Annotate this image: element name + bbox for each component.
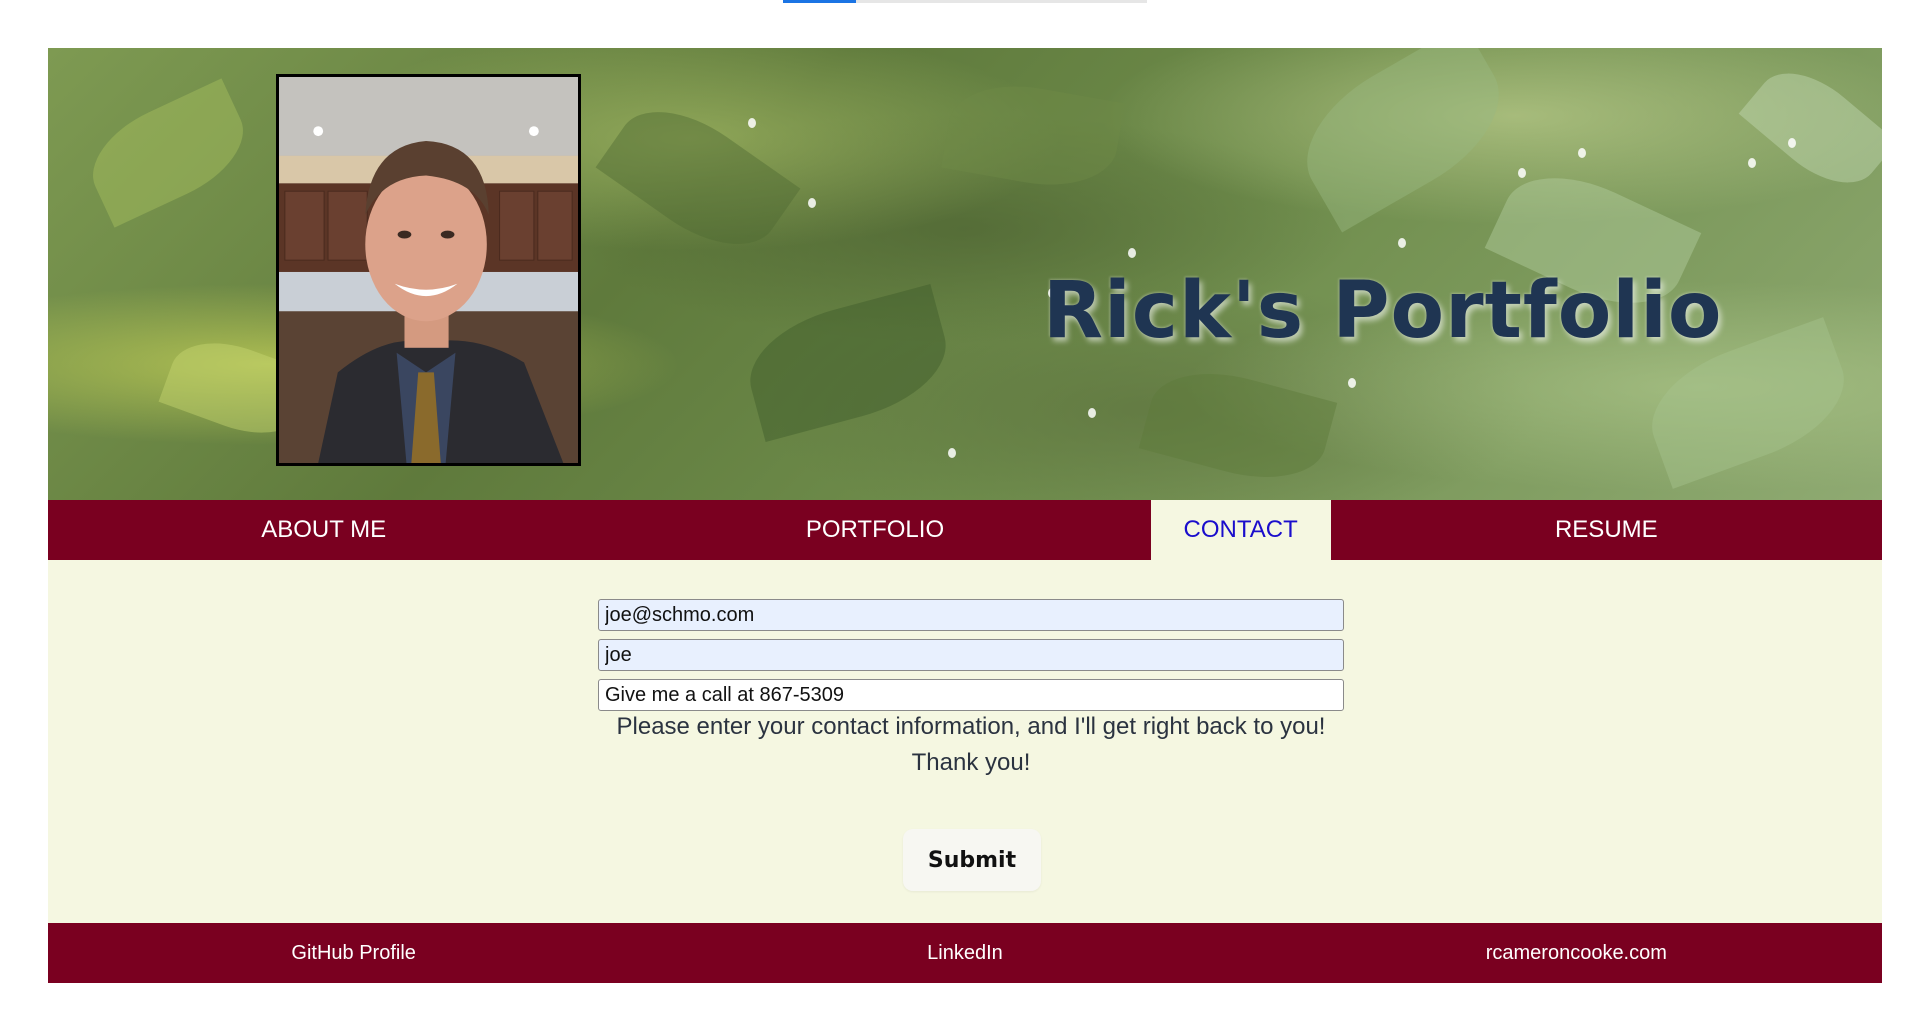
- main-nav: ABOUT ME PORTFOLIO CONTACT RESUME: [48, 500, 1882, 560]
- thank-you-text: Thank you!: [911, 749, 1031, 776]
- contact-section: Please enter your contact information, a…: [48, 560, 1882, 923]
- instructions-text: Please enter your contact information, a…: [616, 713, 1326, 740]
- message-field[interactable]: [598, 679, 1344, 711]
- nav-item-contact[interactable]: CONTACT: [1150, 500, 1331, 560]
- contact-instructions: Please enter your contact information, a…: [598, 709, 1344, 781]
- name-field[interactable]: [598, 639, 1344, 671]
- nav-item-about-me[interactable]: ABOUT ME: [48, 500, 599, 560]
- page-scroll-progress: [783, 0, 1147, 3]
- page-scroll-progress-fill: [783, 0, 856, 3]
- email-field[interactable]: [598, 599, 1344, 631]
- github-profile-link[interactable]: GitHub Profile: [48, 923, 659, 983]
- linkedin-link[interactable]: LinkedIn: [659, 923, 1270, 983]
- website-link[interactable]: rcameroncooke.com: [1271, 923, 1882, 983]
- contact-form: Please enter your contact information, a…: [598, 599, 1344, 891]
- portfolio-site: Rick's Portfolio ABOUT ME PORTFOLIO CONT…: [48, 48, 1882, 983]
- site-title: Rick's Portfolio: [1043, 266, 1723, 356]
- hero-banner: Rick's Portfolio: [48, 48, 1882, 500]
- site-footer: GitHub Profile LinkedIn rcameroncooke.co…: [48, 923, 1882, 983]
- submit-button[interactable]: Submit: [903, 829, 1041, 891]
- nav-item-portfolio[interactable]: PORTFOLIO: [599, 500, 1150, 560]
- profile-photo: [276, 74, 581, 466]
- nav-item-resume[interactable]: RESUME: [1331, 500, 1882, 560]
